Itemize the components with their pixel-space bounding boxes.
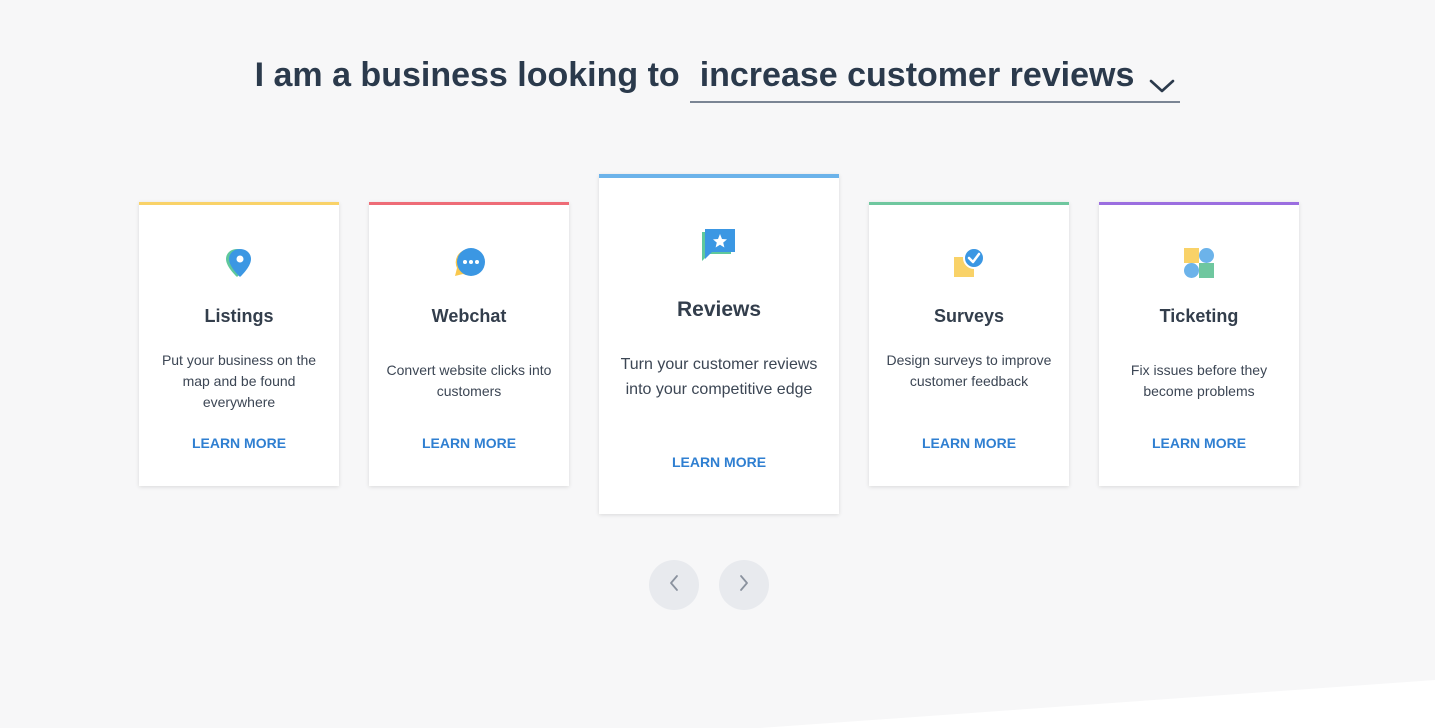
section-divider (760, 680, 1435, 728)
